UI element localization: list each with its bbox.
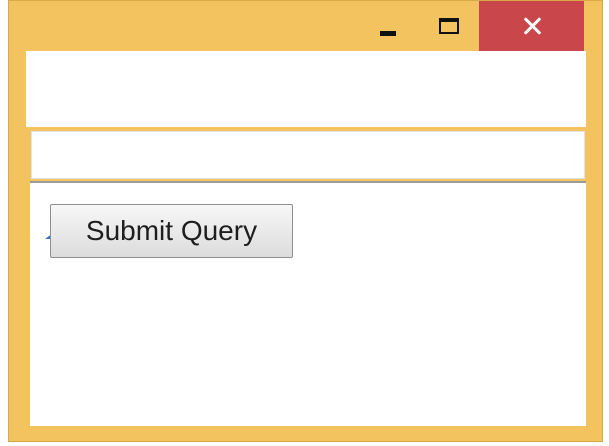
address-input[interactable] xyxy=(31,131,585,179)
title-bar[interactable] xyxy=(9,1,602,51)
page-content: Submit Query xyxy=(30,181,586,426)
toolbar-area xyxy=(26,51,586,127)
browser-window: Submit Query xyxy=(8,0,603,442)
minimize-button[interactable] xyxy=(359,1,417,51)
submit-query-button[interactable]: Submit Query xyxy=(50,204,293,258)
close-button[interactable] xyxy=(479,1,584,51)
maximize-button[interactable] xyxy=(419,1,479,51)
minimize-icon xyxy=(380,30,396,36)
maximize-icon xyxy=(439,18,459,34)
close-icon xyxy=(523,17,541,35)
